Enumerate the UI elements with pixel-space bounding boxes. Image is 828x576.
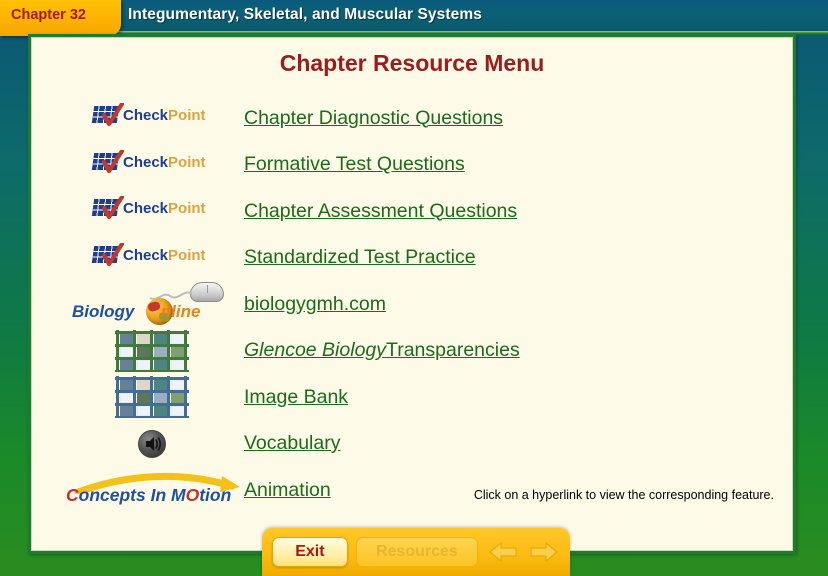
checkpoint-word-check: Check xyxy=(123,153,169,171)
resource-link-label: Chapter Diagnostic Questions xyxy=(244,106,504,129)
checkpoint-word-point: Point xyxy=(168,153,206,171)
resource-icon-cell xyxy=(62,328,242,374)
resource-row: CheckPoint Chapter Diagnostic Questions xyxy=(32,95,792,141)
exit-button[interactable]: Exit xyxy=(272,537,348,567)
resource-link[interactable]: Formative Test Questions xyxy=(244,142,465,188)
resource-link-label: Vocabulary xyxy=(244,432,341,454)
check-mark-icon xyxy=(102,242,124,266)
resource-link-label: Chapter Assessment Questions xyxy=(244,199,518,222)
resource-link-italic-part: Glencoe Biology xyxy=(244,339,387,361)
chapter-title: Integumentary, Skeletal, and Muscular Sy… xyxy=(128,6,482,23)
forward-arrow-icon xyxy=(529,542,558,562)
resource-link-label: Formative Test Questions xyxy=(244,153,465,175)
resource-link[interactable]: Animation xyxy=(244,467,331,513)
checkpoint-word-point: Point xyxy=(168,107,206,124)
concepts-in-motion-logo: Concepts In MOtion xyxy=(62,470,242,510)
check-mark-icon xyxy=(102,149,124,173)
resource-link[interactable]: Glencoe Biology Transparencies xyxy=(244,328,520,374)
resource-link[interactable]: Vocabulary xyxy=(244,421,340,467)
resource-row: CheckPoint Chapter Assessment Questions xyxy=(32,188,792,234)
checkpoint-logo: CheckPoint xyxy=(91,149,211,178)
back-arrow-button[interactable] xyxy=(486,537,519,567)
content-panel: Chapter Resource Menu CheckPoint Chapter … xyxy=(28,34,796,554)
page-title: Chapter Resource Menu xyxy=(279,50,545,76)
resource-row: Vocabulary xyxy=(32,421,792,467)
resource-icon-cell xyxy=(62,421,242,467)
checkpoint-word-point: Point xyxy=(168,246,206,264)
resource-link-label: Transparencies xyxy=(386,339,520,361)
content-panel-inner: Chapter Resource Menu CheckPoint Chapter … xyxy=(31,37,793,551)
checkpoint-word-check: Check xyxy=(123,246,169,264)
chapter-number-tab: Chapter 32 xyxy=(0,0,121,36)
resource-icon-cell: CheckPoint xyxy=(62,188,242,234)
forward-arrow-button[interactable] xyxy=(527,537,560,567)
resource-link[interactable]: Standardized Test Practice xyxy=(244,235,476,281)
biology-online-logo: BiologyOOnline xyxy=(72,282,232,326)
resource-icon-cell: CheckPoint xyxy=(62,95,242,141)
check-mark-icon xyxy=(102,103,124,127)
hint-text: Click on a hyperlink to view the corresp… xyxy=(473,488,774,502)
checkpoint-logo: CheckPoint xyxy=(91,242,211,271)
checkpoint-word-point: Point xyxy=(168,200,206,217)
back-arrow-icon xyxy=(488,542,517,562)
resource-icon-cell: CheckPoint xyxy=(62,142,242,188)
checkpoint-wordmark: CheckPoint xyxy=(123,200,206,217)
transparencies-grid-icon xyxy=(115,329,189,373)
image-bank-grid-icon xyxy=(115,376,189,419)
checkpoint-word-check: Check xyxy=(123,200,169,217)
resource-row: CheckPoint Standardized Test Practice xyxy=(32,235,792,281)
cim-rest2: tion xyxy=(199,485,232,505)
online-word: nline xyxy=(160,302,201,321)
resource-row: CheckPoint Formative Test Questions xyxy=(32,142,792,188)
resources-button[interactable]: Resources xyxy=(355,537,479,567)
resource-row: Glencoe Biology Transparencies xyxy=(32,328,792,374)
concepts-in-motion-wordmark: Concepts In MOtion xyxy=(66,485,231,506)
resource-link[interactable]: Chapter Assessment Questions xyxy=(244,188,517,234)
resource-row: Image Bank xyxy=(32,374,792,420)
resource-link-label: Standardized Test Practice xyxy=(244,246,476,268)
biology-online-wordmark: BiologyOOnline xyxy=(72,302,200,322)
resource-icon-cell: Concepts In MOtion xyxy=(62,467,242,513)
resource-link[interactable]: Image Bank xyxy=(244,374,348,420)
resource-link[interactable]: biologygmh.com xyxy=(244,281,386,327)
checkpoint-wordmark: CheckPoint xyxy=(123,154,206,171)
chapter-number-label: Chapter 32 xyxy=(11,7,86,23)
computer-mouse-icon xyxy=(190,282,224,302)
check-mark-icon xyxy=(102,196,124,220)
checkpoint-wordmark: CheckPoint xyxy=(123,107,206,124)
checkpoint-word-check: Check xyxy=(123,107,169,124)
resource-link-label: biologygmh.com xyxy=(244,292,386,315)
speaker-glyph xyxy=(146,436,162,451)
cim-rest1: oncepts In M xyxy=(78,485,186,505)
cim-o: O xyxy=(185,485,200,505)
resource-link-label: Image Bank xyxy=(244,385,349,408)
resource-icon-cell: CheckPoint xyxy=(62,235,242,281)
resource-icon-cell xyxy=(62,374,242,420)
cim-c: C xyxy=(66,485,79,505)
resource-icon-cell: BiologyOOnline xyxy=(62,281,242,327)
resource-link-label: Animation xyxy=(244,478,331,501)
biology-word: Biology xyxy=(72,302,135,321)
bottom-navbar: Exit Resources xyxy=(262,528,570,576)
checkpoint-logo: CheckPoint xyxy=(91,103,211,131)
checkpoint-wordmark: CheckPoint xyxy=(123,247,206,264)
checkpoint-logo: CheckPoint xyxy=(91,196,211,224)
resource-row: BiologyOOnline biologygmh.com xyxy=(32,281,792,327)
resource-link[interactable]: Chapter Diagnostic Questions xyxy=(244,95,503,141)
speaker-icon xyxy=(138,429,166,458)
